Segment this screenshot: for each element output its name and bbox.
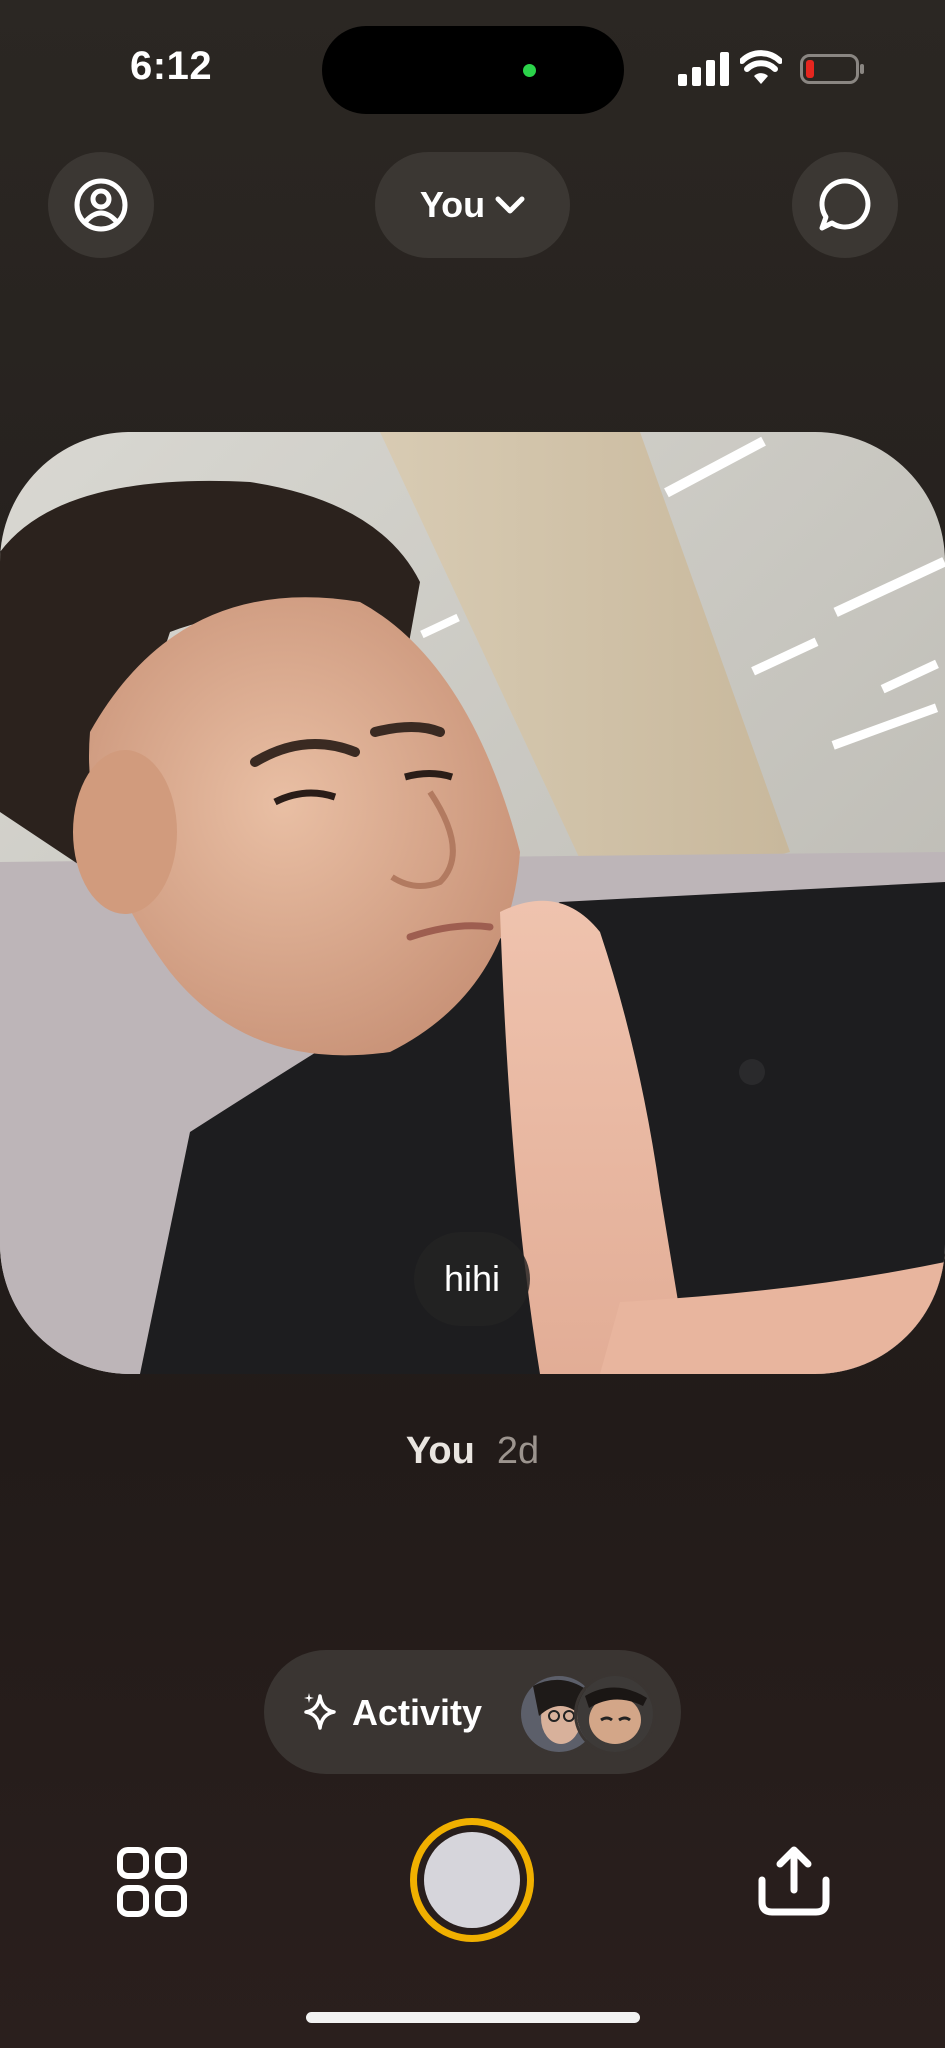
dynamic-island [322, 26, 624, 114]
sparkle-icon [304, 1693, 336, 1730]
camera-in-use-indicator [523, 64, 536, 77]
grid-icon[interactable] [116, 1846, 188, 1918]
post-author: You [405, 1430, 475, 1472]
battery-icon [800, 54, 864, 84]
post-meta: You 2d [0, 1430, 945, 1473]
messages-button[interactable] [792, 152, 898, 258]
chat-bubble-icon [819, 178, 871, 231]
post-age: 2d [496, 1430, 540, 1472]
cellular-signal-icon [678, 52, 729, 86]
avatar [574, 1673, 656, 1755]
shutter-button-core [424, 1832, 520, 1928]
profile-icon [74, 178, 128, 232]
share-icon[interactable] [756, 1846, 832, 1918]
profile-button[interactable] [48, 152, 154, 258]
photo-caption-text: hihi [443, 1258, 501, 1299]
friend-filter-dropdown[interactable]: You [375, 152, 570, 258]
photo-caption: hihi [414, 1232, 530, 1326]
activity-label: Activity [352, 1692, 483, 1733]
chevron-down-icon [495, 196, 525, 214]
activity-button[interactable]: Activity [264, 1650, 681, 1774]
home-indicator[interactable] [306, 2012, 640, 2023]
friend-filter-label: You [419, 184, 486, 225]
wifi-icon [740, 50, 782, 84]
status-time: 6:12 [130, 44, 213, 88]
shutter-button[interactable] [410, 1818, 534, 1942]
